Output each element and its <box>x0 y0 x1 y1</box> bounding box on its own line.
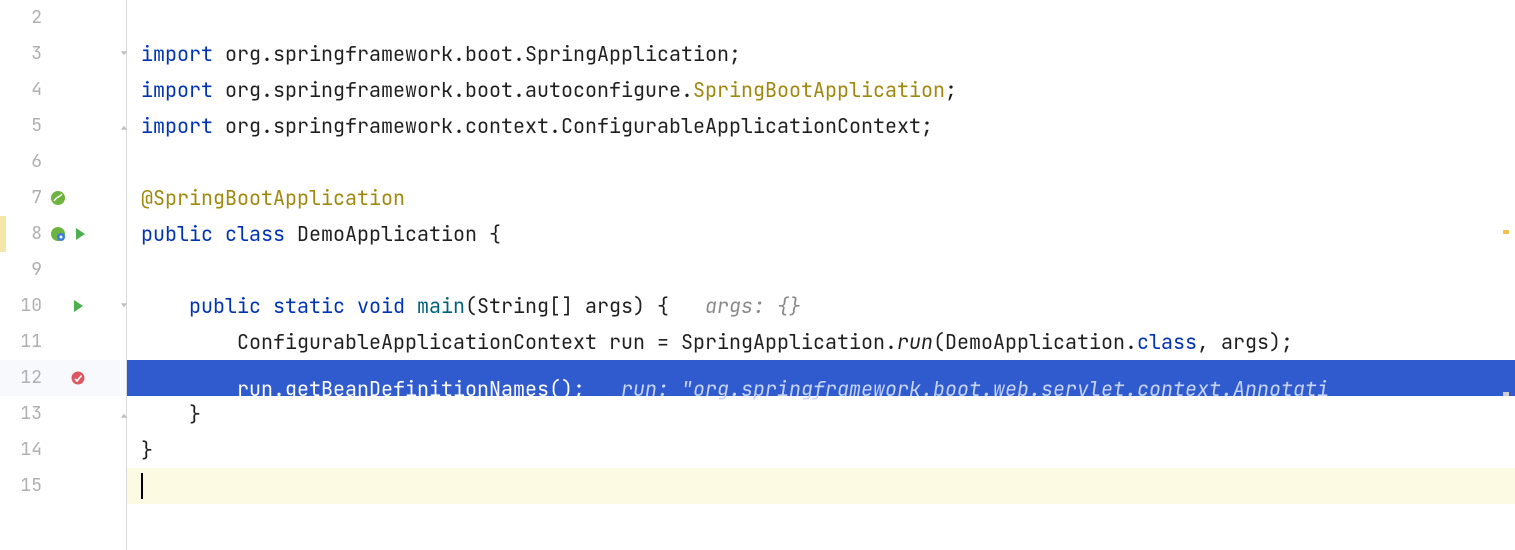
code-text: ; <box>945 77 957 103</box>
keyword: import <box>141 77 213 103</box>
line-number: 6 <box>0 144 42 180</box>
caret-line[interactable] <box>127 468 1515 504</box>
code-text: org.springframework.boot.SpringApplicati… <box>213 41 741 67</box>
keyword: class <box>1137 329 1197 355</box>
code-text: { <box>489 221 501 247</box>
gutter-line[interactable]: 6 <box>0 144 126 180</box>
gutter-line[interactable]: 11 <box>0 324 126 360</box>
line-number: 3 <box>0 36 42 72</box>
spring-runnable-icon[interactable] <box>50 226 66 242</box>
stripe-marker[interactable] <box>1503 392 1509 396</box>
code-line[interactable]: import org.springframework.context.Confi… <box>127 108 1515 144</box>
code-text: (String[] args) { <box>465 293 669 319</box>
line-number: 9 <box>0 252 42 288</box>
keyword: public <box>189 293 261 319</box>
static-call: run <box>897 329 933 355</box>
line-number: 15 <box>0 468 42 504</box>
gutter-line[interactable]: 13 <box>0 396 126 432</box>
keyword: void <box>357 293 405 319</box>
classname: DemoApplication <box>297 221 477 247</box>
gutter-line[interactable]: 5 <box>0 108 126 144</box>
line-number: 8 <box>0 216 42 252</box>
gutter-line[interactable]: 4 <box>0 72 126 108</box>
run-icon[interactable] <box>70 298 86 314</box>
line-number: 2 <box>0 0 42 36</box>
line-number: 5 <box>0 108 42 144</box>
code-text: } <box>189 401 201 427</box>
code-line[interactable]: public static void main(String[] args) {… <box>127 288 1515 324</box>
keyword: import <box>141 113 213 139</box>
breakpoint-icon[interactable] <box>70 370 86 386</box>
method-name: main <box>417 293 465 319</box>
code-editor[interactable]: 2 3 4 5 6 7 <box>0 0 1515 550</box>
code-line[interactable]: ConfigurableApplicationContext run = Spr… <box>127 324 1515 360</box>
line-number: 10 <box>0 288 42 324</box>
gutter-line[interactable]: 7 <box>0 180 126 216</box>
gutter-line[interactable]: 12 <box>0 360 126 396</box>
code-line[interactable] <box>127 144 1515 180</box>
line-number: 4 <box>0 72 42 108</box>
keyword: class <box>225 221 285 247</box>
code-text: , args); <box>1197 329 1293 355</box>
annotation: @SpringBootApplication <box>141 185 405 211</box>
code-text: org.springframework.context.Configurable… <box>213 113 933 139</box>
gutter-line[interactable]: 14 <box>0 432 126 468</box>
warning-marker[interactable] <box>1503 230 1509 234</box>
gutter-line[interactable]: 2 <box>0 0 126 36</box>
inline-debug-hint: args: {} <box>705 293 801 319</box>
gutter-line[interactable]: 8 <box>0 216 126 252</box>
line-number: 14 <box>0 432 42 468</box>
code-line[interactable]: import org.springframework.boot.autoconf… <box>127 72 1515 108</box>
spring-bean-icon[interactable] <box>50 190 66 206</box>
code-line[interactable]: @SpringBootApplication <box>127 180 1515 216</box>
execution-line[interactable]: run.getBeanDefinitionNames(); run: "org.… <box>127 360 1515 396</box>
code-line[interactable] <box>127 252 1515 288</box>
gutter-line[interactable]: 15 <box>0 468 126 504</box>
keyword: public <box>141 221 213 247</box>
run-icon[interactable] <box>72 226 88 242</box>
code-content[interactable]: import org.springframework.boot.SpringAp… <box>127 0 1515 550</box>
gutter: 2 3 4 5 6 7 <box>0 0 127 550</box>
gutter-line[interactable]: 10 <box>0 288 126 324</box>
code-line[interactable]: } <box>127 432 1515 468</box>
line-number: 11 <box>0 324 42 360</box>
gutter-line[interactable]: 3 <box>0 36 126 72</box>
code-text: org.springframework.boot.autoconfigure. <box>213 77 693 103</box>
caret <box>141 473 143 499</box>
code-text: ConfigurableApplicationContext run = Spr… <box>237 329 897 355</box>
code-text: } <box>141 437 153 463</box>
code-line[interactable]: } <box>127 396 1515 432</box>
code-line[interactable]: public class DemoApplication { <box>127 216 1515 252</box>
code-line[interactable] <box>127 0 1515 36</box>
code-text: (DemoApplication. <box>933 329 1137 355</box>
keyword: static <box>273 293 345 319</box>
classname: SpringBootApplication <box>693 77 945 103</box>
keyword: import <box>141 41 213 67</box>
line-number: 7 <box>0 180 42 216</box>
line-number: 12 <box>0 360 42 396</box>
code-line[interactable]: import org.springframework.boot.SpringAp… <box>127 36 1515 72</box>
gutter-line[interactable]: 9 <box>0 252 126 288</box>
line-number: 13 <box>0 396 42 432</box>
error-stripe[interactable] <box>1503 0 1515 550</box>
